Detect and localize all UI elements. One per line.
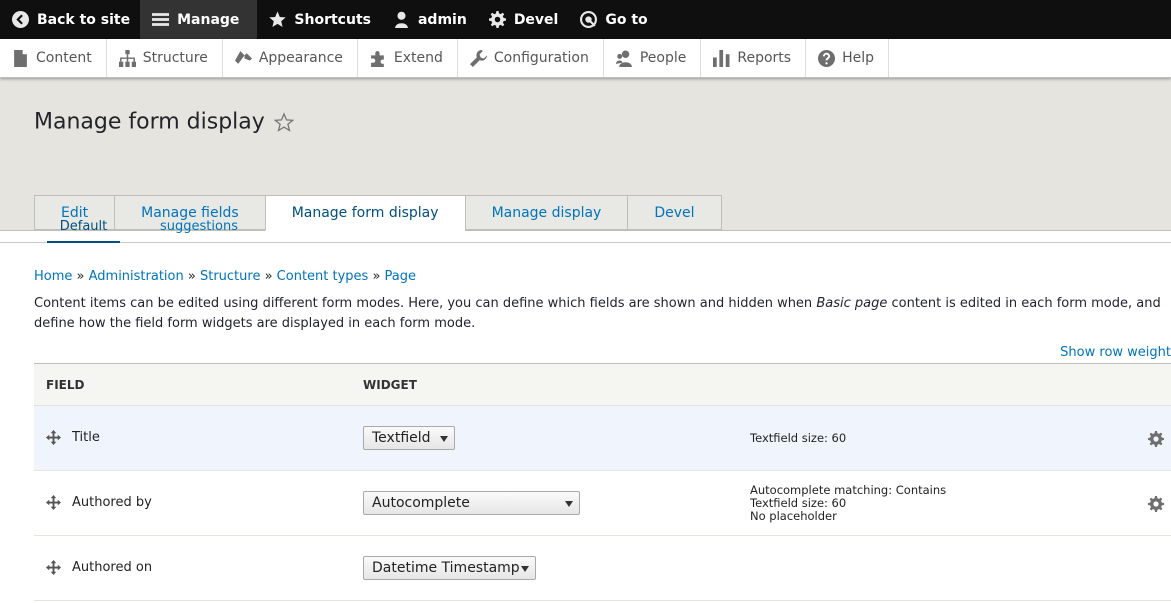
header-field: FIELD: [46, 378, 85, 392]
widget-select-value: Textfield: [372, 430, 431, 446]
tray-label: Help: [842, 50, 874, 66]
tray-label: Appearance: [258, 50, 343, 66]
goto-tab[interactable]: Go to: [568, 0, 657, 39]
tray-item-reports[interactable]: Reports: [701, 39, 807, 77]
field-name: Authored by: [72, 495, 152, 510]
tray-item-help[interactable]: Help: [806, 39, 889, 77]
admin-toolbar: Back to site Manage Shortcuts admin Deve…: [0, 0, 1171, 39]
breadcrumb-structure[interactable]: Structure: [200, 269, 260, 284]
table-row: Authored by Autocomplete Autocomplete ma…: [34, 471, 1171, 536]
tab-default[interactable]: Default: [47, 211, 120, 243]
summary-line: No placeholder: [750, 509, 837, 523]
widget-select-value: Autocomplete: [372, 495, 470, 511]
drag-handle-icon[interactable]: [46, 560, 61, 575]
user-tab[interactable]: admin: [381, 0, 477, 39]
tray-label: Reports: [737, 50, 792, 66]
widget-select[interactable]: Datetime Timestamp: [363, 556, 536, 580]
shortcuts-tab[interactable]: Shortcuts: [257, 0, 381, 39]
chevron-down-icon: [521, 566, 529, 572]
shortcuts-label: Shortcuts: [294, 11, 371, 28]
summary-line: Textfield size: 60: [750, 431, 847, 445]
widget-select-value: Datetime Timestamp: [372, 560, 520, 576]
goto-label: Go to: [605, 11, 648, 28]
gear-icon: [488, 11, 506, 28]
puzzle-icon: [370, 50, 384, 67]
goto-icon: [580, 11, 598, 28]
wrench-icon: [469, 49, 487, 67]
gear-icon[interactable]: [1148, 496, 1164, 512]
page-title-text: Manage form display: [34, 109, 265, 135]
tray-label: Configuration: [493, 50, 589, 66]
shortcut-star-icon[interactable]: [273, 112, 294, 132]
structure-icon: [118, 49, 136, 67]
breadcrumb-administration[interactable]: Administration: [89, 269, 184, 284]
drag-handle-icon[interactable]: [46, 495, 61, 510]
manage-label: Manage: [177, 11, 240, 28]
tray-label: Extend: [393, 50, 443, 66]
page-header: Manage form display Edit Manage fields M…: [0, 78, 1171, 231]
field-display-table: FIELD WIDGET Title Textfield Textfield s…: [34, 363, 1171, 601]
table-header: FIELD WIDGET: [34, 364, 1171, 406]
tray-item-configuration[interactable]: Configuration: [458, 39, 604, 77]
admin-menu-tray: Content Structure Appearance Extend Conf…: [0, 39, 1171, 78]
secondary-tabs: Default suggestions: [0, 211, 1171, 243]
chevron-down-icon: [565, 501, 573, 507]
widget-summary: Textfield size: 60: [750, 432, 846, 445]
menu-icon: [152, 13, 170, 26]
field-name: Title: [72, 430, 100, 445]
widget-summary: Autocomplete matching: Contains Textfiel…: [750, 484, 946, 523]
table-row: Title Textfield Textfield size: 60: [34, 406, 1171, 471]
devel-label: Devel: [513, 11, 559, 28]
breadcrumb-content-types[interactable]: Content types: [277, 269, 369, 284]
widget-select[interactable]: Textfield: [363, 426, 455, 450]
document-icon: [14, 49, 27, 67]
manage-tab[interactable]: Manage: [140, 0, 258, 39]
description-emphasis: Basic page: [816, 296, 888, 311]
tray-item-people[interactable]: People: [604, 39, 702, 77]
user-label: admin: [417, 11, 467, 28]
description-text: Content items can be edited using differ…: [34, 296, 817, 311]
header-widget: WIDGET: [363, 378, 417, 392]
help-icon: [818, 49, 836, 67]
devel-tab[interactable]: Devel: [477, 0, 569, 39]
breadcrumb-page[interactable]: Page: [385, 269, 416, 284]
tray-item-extend[interactable]: Extend: [358, 39, 458, 77]
field-name: Authored on: [72, 560, 153, 575]
help-description: Content items can be edited using differ…: [34, 294, 1171, 334]
chart-icon: [713, 49, 730, 67]
tray-item-appearance[interactable]: Appearance: [223, 39, 358, 77]
people-icon: [615, 50, 632, 67]
tab-suggestions[interactable]: suggestions: [160, 211, 238, 242]
back-icon: [12, 11, 29, 28]
show-row-weights-link[interactable]: Show row weight: [1060, 345, 1171, 360]
gear-icon[interactable]: [1148, 431, 1164, 447]
page-title: Manage form display: [34, 110, 294, 135]
tray-item-structure[interactable]: Structure: [107, 39, 223, 77]
table-row: Authored on Datetime Timestamp: [34, 536, 1171, 601]
back-to-site-label: Back to site: [37, 11, 131, 28]
drag-handle-icon[interactable]: [46, 430, 61, 445]
tray-label: People: [639, 50, 687, 66]
brush-icon: [234, 50, 252, 64]
tray-label: Structure: [142, 50, 208, 66]
chevron-down-icon: [440, 436, 448, 442]
back-to-site-link[interactable]: Back to site: [0, 0, 140, 39]
star-icon: [269, 11, 287, 27]
tray-item-content[interactable]: Content: [0, 39, 107, 77]
widget-select[interactable]: Autocomplete: [363, 491, 580, 515]
breadcrumb: Home » Administration » Structure » Cont…: [34, 269, 417, 284]
user-icon: [395, 11, 408, 28]
breadcrumb-home[interactable]: Home: [34, 269, 72, 284]
tray-label: Content: [36, 50, 92, 66]
